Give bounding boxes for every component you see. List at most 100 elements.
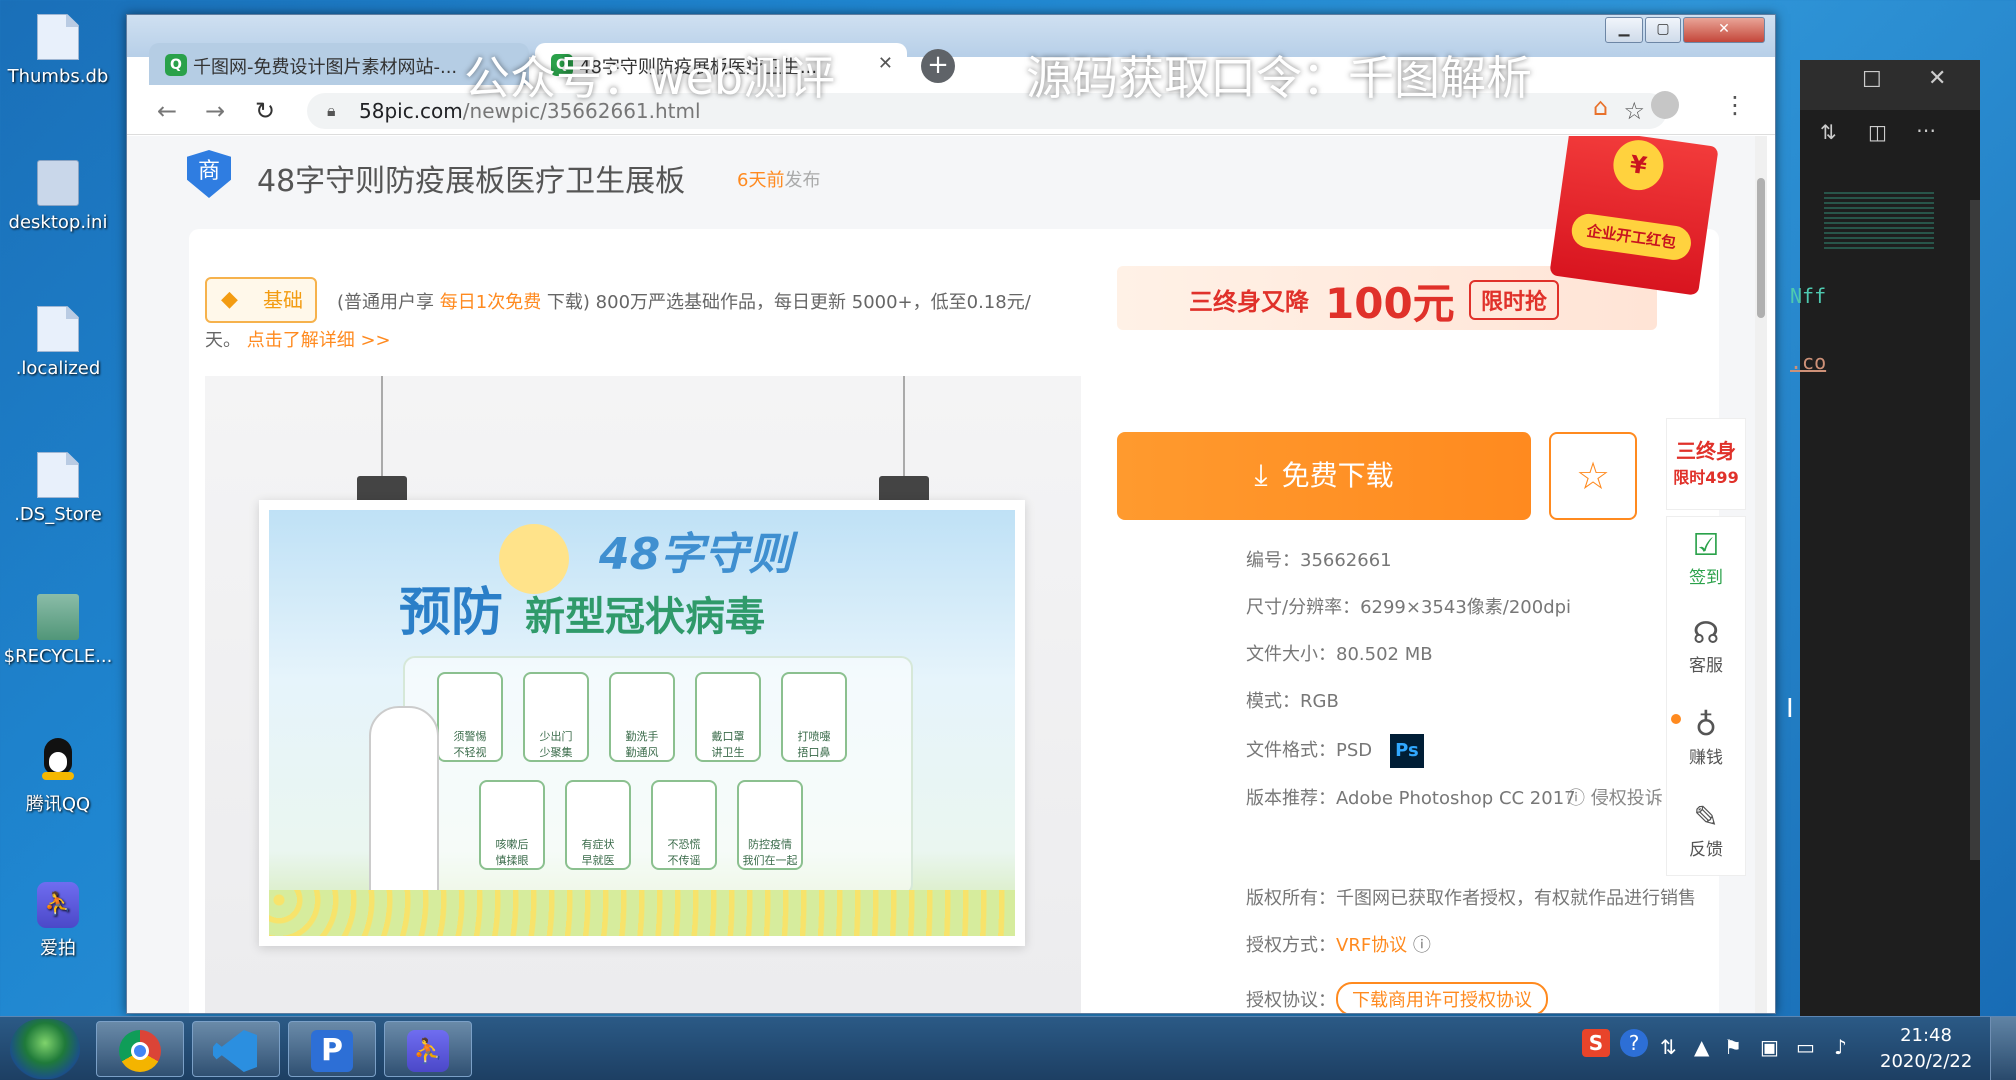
- url-domain: 58pic.com: [359, 99, 463, 123]
- forward-icon[interactable]: →: [205, 97, 225, 125]
- taskbar-p-app[interactable]: P: [288, 1021, 376, 1077]
- meta-size: 尺寸/分辨率：6299×3543像素/200dpi: [1246, 597, 1572, 618]
- favorite-button[interactable]: ☆: [1549, 432, 1637, 520]
- bookmark-star-icon[interactable]: ☆: [1623, 93, 1645, 129]
- basic-tier-label: 基础: [263, 288, 303, 312]
- hanging-string: [903, 376, 905, 476]
- reload-icon[interactable]: ↻: [255, 97, 275, 125]
- show-desktop-button[interactable]: [1990, 1017, 2016, 1080]
- text-cursor-icon: I: [1786, 694, 1794, 724]
- rule-card: 须警惕 不轻视: [437, 672, 503, 762]
- file-icon: [37, 306, 79, 352]
- more-icon[interactable]: ⋯: [1916, 118, 1936, 142]
- p-app-icon: P: [311, 1030, 353, 1072]
- volume-icon[interactable]: ♪: [1834, 1035, 1847, 1059]
- rule-card: 有症状 早就医: [565, 780, 631, 870]
- info-icon: ⓘ: [1567, 788, 1591, 809]
- file-icon: [37, 14, 79, 60]
- checkin-button[interactable]: ☑ 签到: [1666, 528, 1746, 588]
- help-icon[interactable]: ⓘ: [1413, 935, 1431, 956]
- taskbar-vscode[interactable]: [192, 1021, 280, 1077]
- file-icon: [37, 452, 79, 498]
- desktop-icon-label: 爱拍: [40, 938, 76, 959]
- meta-mode: 模式：RGB: [1246, 691, 1339, 712]
- earn-button[interactable]: ♁ 赚钱: [1666, 708, 1746, 768]
- page-scrollbar[interactable]: [1755, 136, 1767, 1013]
- sogou-ime-icon[interactable]: S: [1582, 1029, 1610, 1057]
- free-download-button[interactable]: ⤓ 免费下载: [1117, 432, 1531, 520]
- hanging-string: [381, 376, 383, 476]
- customer-service-button[interactable]: ☊ 客服: [1666, 616, 1746, 676]
- rule-card: 咳嗽后 慎揉眼: [479, 780, 545, 870]
- rule-card: 打喷嚏 捂口鼻: [781, 672, 847, 762]
- rule-card: 戴口罩 讲卫生: [695, 672, 761, 762]
- new-tab-button[interactable]: +: [921, 49, 955, 83]
- desktop-icon-thumbs[interactable]: Thumbs.db: [2, 14, 114, 87]
- download-icon: ⤓: [1254, 458, 1268, 493]
- page-title: 48字守则防疫展板医疗卫生展板: [257, 164, 686, 199]
- license-link[interactable]: VRF协议: [1336, 935, 1407, 956]
- agreement-link[interactable]: 下载商用许可授权协议: [1336, 982, 1548, 1013]
- desktop-icon-qq[interactable]: 腾讯QQ: [2, 738, 114, 816]
- flag-tray-icon[interactable]: ⚑: [1724, 1035, 1742, 1059]
- feedback-button[interactable]: ✎ 反馈: [1666, 800, 1746, 860]
- folder-icon: [37, 594, 79, 640]
- meta-copyright: 版权所有：千图网已获取作者授权，有权就作品进行销售: [1246, 888, 1696, 909]
- desktop-icon-localized[interactable]: .localized: [2, 306, 114, 379]
- diamond-icon: ◆: [221, 287, 238, 312]
- red-packet-icon[interactable]: ¥ 企业开工红包: [1549, 136, 1719, 296]
- commercial-shield-icon: 商: [187, 150, 231, 198]
- browser-window: ▁ ▢ ✕ Q 千图网-免费设计图片素材网站-... Q 48字守则防疫展板医疗…: [126, 14, 1776, 1014]
- meta-format: 文件格式：PSD Ps: [1246, 734, 1424, 768]
- desktop-icon-ds-store[interactable]: .DS_Store: [2, 452, 114, 525]
- promo-amount: 100元: [1325, 279, 1455, 328]
- taskbar-chrome[interactable]: [96, 1021, 184, 1077]
- split-editor-icon[interactable]: ◫: [1868, 120, 1887, 144]
- page-content: 商 48字守则防疫展板医疗卫生展板 6天前发布 ◆ 基础 (普通用户享 每日1次…: [127, 136, 1767, 1013]
- edit-icon: ✎: [1693, 800, 1719, 835]
- device-tray-icon[interactable]: ▣: [1760, 1035, 1779, 1059]
- network-tray-icon[interactable]: ⇅: [1660, 1035, 1677, 1059]
- desktop-icon-desktop-ini[interactable]: desktop.ini: [2, 160, 114, 233]
- rule-card: 防控疫情 我们在一起: [737, 780, 803, 870]
- desktop-icon-label: $RECYCLE...: [3, 646, 113, 667]
- maximize-icon[interactable]: ☐: [1862, 68, 1882, 93]
- basic-tier-badge[interactable]: ◆ 基础: [205, 277, 317, 323]
- report-link[interactable]: ⓘ 侵权投诉: [1567, 784, 1663, 810]
- taskbar-aipai[interactable]: ⛹: [384, 1021, 472, 1077]
- doctor-illustration: [369, 706, 439, 896]
- money-bag-icon: ♁: [1695, 708, 1717, 743]
- help-tray-icon[interactable]: ?: [1620, 1029, 1648, 1057]
- meta-license: 授权方式：VRF协议 ⓘ: [1246, 935, 1431, 956]
- download-label: 免费下载: [1281, 459, 1394, 492]
- chrome-icon: [119, 1030, 161, 1072]
- side-promo[interactable]: 三终身 限时499: [1666, 418, 1746, 510]
- desktop-icon-label: .localized: [15, 358, 101, 379]
- profile-avatar-icon[interactable]: [1651, 91, 1679, 119]
- clock[interactable]: 21:48 2020/2/22: [1880, 1023, 1972, 1075]
- back-icon[interactable]: ←: [157, 97, 177, 125]
- preview-image[interactable]: 48字守则 预防 新型冠状病毒 须警惕 不轻视 少出门 少聚集 勤洗手 勤通风 …: [205, 376, 1081, 1013]
- desktop-icon-aipai[interactable]: ⛹ 爱拍: [2, 882, 114, 960]
- headset-icon: ☊: [1692, 616, 1720, 651]
- editor-scrollbar[interactable]: [1970, 200, 1980, 860]
- red-packet-label: 企业开工红包: [1569, 211, 1694, 263]
- scrollbar-thumb[interactable]: [1757, 178, 1765, 318]
- flower-ground: [269, 890, 1015, 936]
- extension-icon[interactable]: ⌂: [1593, 93, 1608, 121]
- lock-icon: 🔒︎: [327, 101, 336, 120]
- qq-penguin-icon: [38, 738, 78, 784]
- rule-card: 勤洗手 勤通风: [609, 672, 675, 762]
- start-button[interactable]: [10, 1019, 80, 1079]
- poster-rules-board: 须警惕 不轻视 少出门 少聚集 勤洗手 勤通风 戴口罩 讲卫生 打喷嚏 捂口鼻 …: [403, 656, 913, 896]
- aipai-app-icon: ⛹: [37, 882, 79, 928]
- compare-icon[interactable]: ⇅: [1820, 120, 1837, 144]
- show-hidden-icons[interactable]: ▲: [1694, 1035, 1709, 1059]
- tab-close-icon[interactable]: ✕: [878, 53, 893, 74]
- menu-kebab-icon[interactable]: ⋮: [1723, 91, 1747, 119]
- desktop-icon-recycle[interactable]: $RECYCLE...: [2, 594, 114, 667]
- notice-detail-link[interactable]: 点击了解详细 >>: [247, 330, 391, 351]
- poster-title-virus: 新型冠状病毒: [525, 594, 765, 640]
- monitor-tray-icon[interactable]: ▭: [1796, 1035, 1815, 1059]
- close-icon[interactable]: ✕: [1928, 66, 1946, 91]
